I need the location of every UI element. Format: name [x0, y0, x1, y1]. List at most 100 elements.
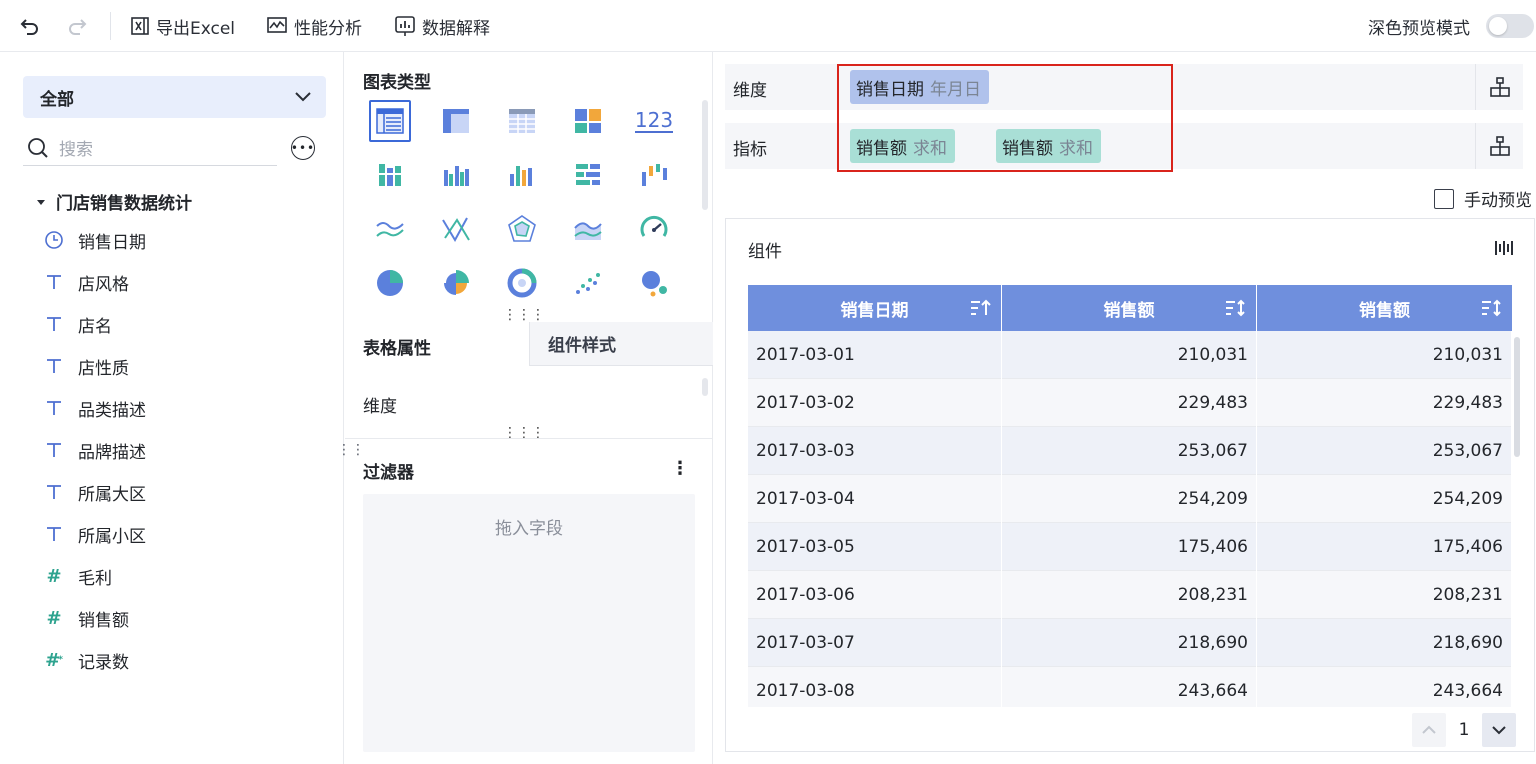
table-scrollbar[interactable] [1514, 337, 1520, 457]
chart-type-cross-table[interactable] [501, 100, 543, 142]
field-item[interactable]: 店风格 [44, 267, 129, 297]
data-explain-icon [395, 16, 415, 36]
field-label: 店风格 [78, 274, 129, 295]
table-cell: 254,209 [1257, 475, 1512, 523]
field-item[interactable]: 所属大区 [44, 477, 146, 507]
column-width-icon[interactable] [1494, 237, 1516, 264]
field-item[interactable]: # 销售额 [44, 603, 129, 633]
performance-analysis-button[interactable]: 性能分析 [266, 11, 362, 41]
table-cell: 2017-03-04 [748, 475, 1002, 523]
chart-type-gauge[interactable] [633, 208, 675, 250]
filter-title: 过滤器 [363, 463, 414, 483]
field-item[interactable]: # * 记录数 [44, 645, 129, 675]
sort-icon[interactable] [1224, 298, 1246, 318]
dataset-name: 门店销售数据统计 [56, 194, 192, 214]
chevron-up-icon [1422, 725, 1436, 734]
component-card: 组件 销售日期 销售额 销售额 2017-03-01 210,031 210,0… [725, 218, 1535, 752]
filter-more-icon[interactable]: ⋮ [671, 458, 689, 479]
chart-preview-panel: 维度 销售日期 年月日 指标 销售额 求和 销售额 求和 手动预览 组件 销售日… [714, 52, 1536, 764]
chart-type-pie[interactable] [369, 262, 411, 304]
table-cell: 2017-03-02 [748, 379, 1002, 427]
more-options-icon[interactable]: ••• [291, 136, 315, 160]
chart-type-area[interactable] [567, 208, 609, 250]
table-cell: 218,690 [1257, 619, 1512, 667]
chart-type-line[interactable] [369, 208, 411, 250]
text-field-icon [44, 482, 64, 502]
table-cell: 229,483 [1257, 379, 1512, 427]
field-item[interactable]: 品牌描述 [44, 435, 146, 465]
export-excel-button[interactable]: 导出Excel [130, 11, 235, 41]
data-table: 销售日期 销售额 销售额 2017-03-01 210,031 210,031 … [748, 285, 1512, 707]
number-card-label: 123 [634, 108, 674, 133]
scrollbar[interactable] [702, 378, 708, 396]
chart-type-number-card[interactable]: 123 [633, 100, 675, 142]
undo-icon[interactable] [15, 11, 45, 41]
table-cell: 208,231 [1002, 571, 1257, 619]
table-cell: 175,406 [1002, 523, 1257, 571]
field-item[interactable]: 所属小区 [44, 519, 146, 549]
text-field-icon [44, 356, 64, 376]
chart-type-parallel[interactable] [435, 208, 477, 250]
area-chart-icon [574, 222, 602, 240]
field-label: 品牌描述 [78, 442, 146, 463]
chart-type-detail-table[interactable] [369, 100, 411, 142]
dataset-node[interactable]: 门店销售数据统计 [36, 189, 192, 214]
field-item[interactable]: 店性质 [44, 351, 129, 381]
chart-type-stacked-bar[interactable] [369, 154, 411, 196]
chart-type-waterfall[interactable] [633, 154, 675, 196]
sort-ascending-icon[interactable] [969, 298, 991, 318]
chart-type-column[interactable] [501, 154, 543, 196]
tab-table-properties[interactable]: 表格属性 [363, 334, 431, 359]
manual-preview-checkbox[interactable]: 手动预览 [1434, 186, 1532, 211]
excel-icon [131, 17, 149, 35]
column-header[interactable]: 销售额 [1257, 285, 1512, 331]
data-explain-button[interactable]: 数据解释 [394, 11, 490, 41]
table-cell: 2017-03-08 [748, 667, 1002, 707]
chart-type-scatter[interactable] [567, 262, 609, 304]
field-search-input[interactable]: 搜索 [23, 130, 277, 166]
radar-chart-icon [508, 215, 536, 242]
chart-type-horizontal-bar[interactable] [567, 154, 609, 196]
redo-icon[interactable] [62, 11, 92, 41]
field-item[interactable]: 销售日期 [44, 225, 146, 255]
search-icon [28, 137, 48, 158]
checkbox[interactable] [1434, 188, 1454, 209]
sort-icon[interactable] [1480, 298, 1502, 318]
column-header[interactable]: 销售日期 [748, 285, 1002, 331]
chart-type-radar[interactable] [501, 208, 543, 250]
text-field-icon [44, 524, 64, 544]
tab-component-style[interactable]: 组件样式 [529, 322, 713, 366]
field-item[interactable]: # 毛利 [44, 561, 112, 591]
resize-handle[interactable]: ⋮⋮⋮ [503, 426, 545, 440]
prev-page-button[interactable] [1412, 713, 1446, 747]
table-select-dropdown[interactable]: 全部 [23, 76, 326, 118]
component-title: 组件 [748, 242, 782, 262]
next-page-button[interactable] [1482, 713, 1516, 747]
filter-drop-area[interactable]: 拖入字段 [363, 494, 695, 752]
parallel-chart-icon [442, 217, 470, 243]
toolbar-divider [110, 12, 111, 40]
measure-shelf-settings[interactable] [1475, 123, 1523, 169]
field-item[interactable]: 品类描述 [44, 393, 146, 423]
table-row: 2017-03-08 243,664 243,664 [748, 667, 1512, 707]
measure-shelf-label: 指标 [733, 140, 767, 160]
chart-type-donut[interactable] [501, 262, 543, 304]
scrollbar[interactable] [702, 100, 708, 210]
chart-type-multi-index-card[interactable] [567, 100, 609, 142]
resize-handle[interactable]: ⋮⋮⋮ [503, 308, 545, 322]
table-cell: 210,031 [1257, 331, 1512, 379]
chart-type-grouped-bar[interactable] [435, 154, 477, 196]
horizontal-bar-icon [576, 164, 600, 185]
column-header[interactable]: 销售额 [1002, 285, 1257, 331]
pie-chart-icon [377, 270, 403, 296]
property-tabs: 表格属性 组件样式 [345, 322, 713, 366]
field-item[interactable]: 店名 [44, 309, 112, 339]
dimension-shelf-settings[interactable] [1475, 64, 1523, 110]
chart-type-group-table[interactable] [435, 100, 477, 142]
chart-type-bubble[interactable] [633, 262, 675, 304]
hierarchy-icon [1489, 136, 1510, 156]
column-header-label: 销售日期 [840, 300, 909, 321]
dark-mode-toggle[interactable] [1486, 14, 1534, 38]
calculated-number-field-icon: # * [45, 649, 63, 671]
chart-type-rose[interactable] [435, 262, 477, 304]
